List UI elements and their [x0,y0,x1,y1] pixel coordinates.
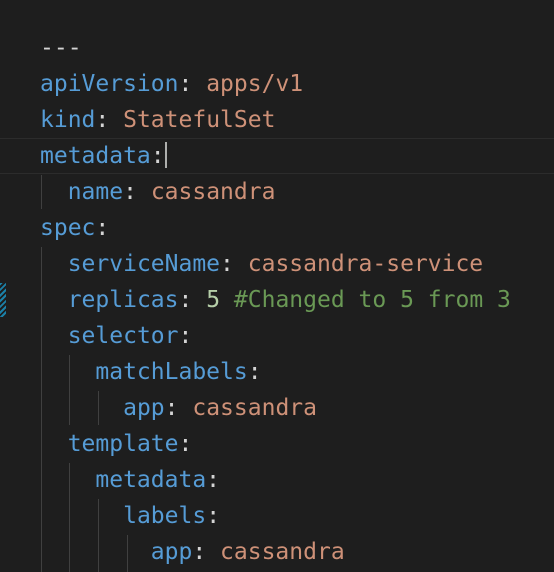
yaml-key: apiVersion [40,71,179,97]
yaml-key: app [123,395,165,421]
yaml-key: labels [123,503,207,529]
yaml-value: StatefulSet [123,107,276,133]
document-start-marker: --- [40,35,82,61]
yaml-key: matchLabels [95,359,248,385]
colon: : [95,107,110,133]
yaml-key: app [150,539,193,565]
code-line[interactable]: labels: [0,498,554,534]
yaml-value: cassandra-service [247,251,484,277]
yaml-number-value: 5 [206,287,221,313]
yaml-key: serviceName [67,251,221,277]
code-line[interactable]: apiVersion: apps/v1 [0,66,554,102]
yaml-key: spec [40,215,96,241]
code-line[interactable]: matchLabels: [0,354,554,390]
yaml-key: selector [67,323,179,349]
colon: : [178,287,193,313]
code-line[interactable]: name: cassandra [0,174,554,210]
yaml-value: cassandra [192,395,317,421]
code-line[interactable]: replicas: 5 #Changed to 5 from 3 [0,282,554,318]
colon: : [150,143,165,169]
colon: : [206,503,221,529]
text-cursor [164,142,167,168]
yaml-value: apps/v1 [206,71,304,97]
yaml-value: cassandra [150,179,276,205]
colon: : [206,467,221,493]
yaml-key: replicas [67,287,179,313]
yaml-key: name [67,179,124,205]
yaml-comment: #Changed to 5 from 3 [233,287,511,313]
yaml-key: template [67,431,179,457]
code-editor[interactable]: --- apiVersion: apps/v1 kind: StatefulSe… [0,0,554,572]
code-line-current[interactable]: metadata: [0,138,554,174]
yaml-value: cassandra [220,539,345,565]
code-line[interactable]: app: cassandra [0,534,554,570]
colon: : [178,323,193,349]
code-line[interactable]: template: [0,426,554,462]
code-line[interactable]: serviceName: cassandra-service [0,246,554,282]
yaml-key: metadata [95,467,207,493]
yaml-key: metadata [40,143,151,169]
colon: : [164,395,179,421]
colon: : [95,215,110,241]
code-line[interactable]: selector: [0,318,554,354]
code-line[interactable]: kind: StatefulSet [0,102,554,138]
code-line[interactable]: spec: [0,210,554,246]
colon: : [247,359,262,385]
colon: : [220,251,234,277]
colon: : [123,179,137,205]
colon: : [178,71,193,97]
yaml-key: kind [40,107,96,133]
code-line[interactable]: metadata: [0,462,554,498]
code-line[interactable]: app: cassandra [0,390,554,426]
code-line[interactable]: --- [0,30,554,66]
colon: : [178,431,193,457]
colon: : [192,539,207,565]
